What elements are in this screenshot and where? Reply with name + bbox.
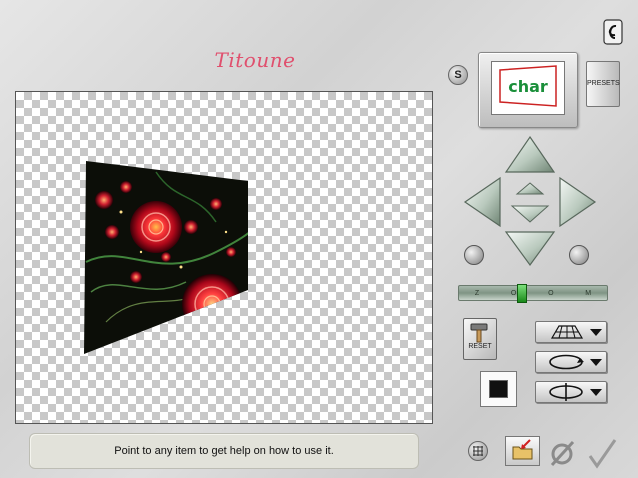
move-forward-icon[interactable]	[515, 182, 545, 195]
zoom-slider-labels: Z O O M	[459, 286, 607, 300]
arrow-up-icon[interactable]	[504, 135, 556, 173]
arrow-left-icon[interactable]	[463, 176, 501, 228]
preview-shape: char	[499, 65, 557, 107]
preset-preview-thumbnail[interactable]: char	[478, 52, 578, 128]
move-backward-icon[interactable]	[510, 205, 550, 223]
reset-label: RESET	[468, 343, 492, 350]
plugin-title: Titoune	[214, 48, 296, 72]
cancel-glyph	[550, 440, 575, 467]
chevron-down-icon	[590, 329, 602, 336]
preview-canvas[interactable]	[15, 91, 433, 424]
cancel-icon[interactable]	[548, 438, 578, 468]
rotate-vertical-icon	[549, 383, 583, 401]
checkmark-icon[interactable]	[585, 436, 619, 470]
grid-glyph	[473, 446, 483, 456]
rotate-left-icon[interactable]	[464, 245, 484, 265]
rotate-horizontal-dropdown[interactable]	[535, 351, 607, 373]
arrow-right-icon[interactable]	[559, 176, 597, 228]
mini-preview-image	[489, 380, 508, 398]
help-bar: Point to any item to get help on how to …	[29, 433, 419, 469]
corel-logo-icon[interactable]	[603, 19, 623, 45]
hammer-icon	[470, 323, 488, 343]
zoom-label-o2: O	[548, 289, 554, 297]
zoom-label-o1: O	[510, 289, 517, 297]
mini-preview-button[interactable]	[480, 371, 517, 407]
zoom-label-m: M	[585, 289, 592, 297]
arrow-down-icon[interactable]	[504, 231, 556, 267]
checkmark-glyph	[588, 439, 617, 469]
zoom-label-z: Z	[474, 289, 480, 297]
chevron-down-icon	[590, 359, 602, 366]
zoom-slider[interactable]: Z O O M	[458, 284, 608, 303]
rotate-horizontal-icon	[549, 354, 584, 370]
preview-text: char	[508, 77, 548, 96]
chevron-down-icon	[590, 389, 602, 396]
rotate-vertical-dropdown[interactable]	[535, 381, 607, 403]
perspective-dropdown[interactable]	[535, 321, 607, 343]
help-text: Point to any item to get help on how to …	[114, 445, 334, 457]
presets-button[interactable]: PRESETS	[586, 61, 620, 107]
presets-label: PRESETS	[587, 80, 620, 87]
rotate-right-icon[interactable]	[569, 245, 589, 265]
load-button[interactable]	[505, 436, 540, 466]
zoom-slider-thumb[interactable]	[517, 284, 527, 303]
s-button-label: S	[454, 69, 462, 81]
grid-icon[interactable]	[468, 441, 488, 461]
preset-preview-image: char	[491, 61, 565, 115]
transformed-image	[84, 161, 248, 354]
reset-button[interactable]: RESET	[463, 318, 497, 360]
s-button[interactable]: S	[448, 65, 468, 85]
perspective-grid-icon	[550, 325, 584, 339]
open-folder-icon	[512, 439, 533, 460]
